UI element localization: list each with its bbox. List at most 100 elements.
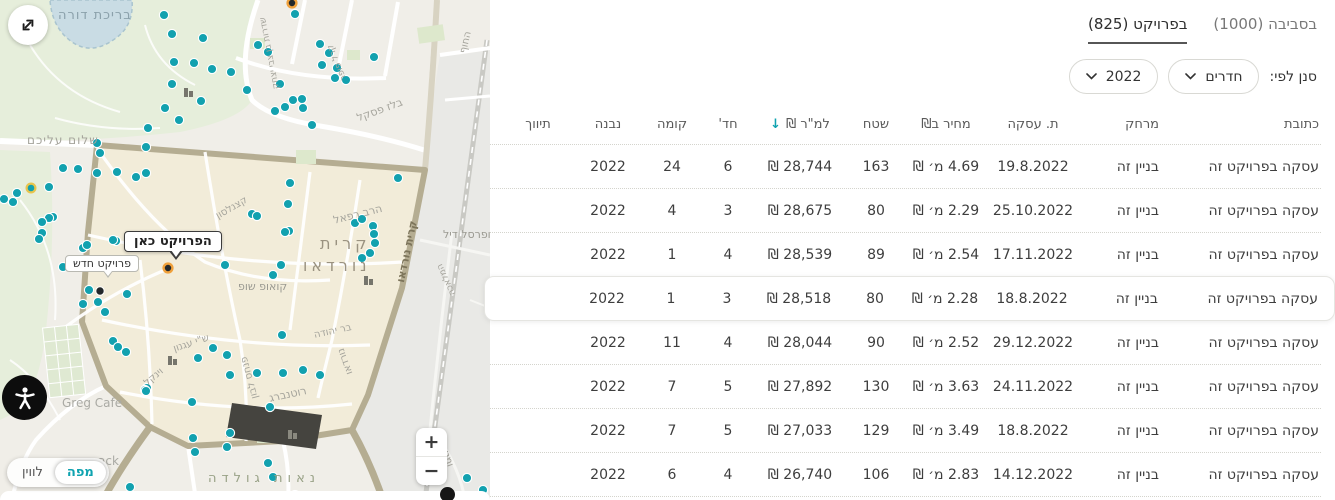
table-row[interactable]: עסקה בפרויקט זהבניין זה17.11.20222.54 מ׳…: [490, 232, 1321, 276]
map-panel[interactable]: בריכת דורהשלום עליכםשדרות בן צבי יצחקקרל…: [0, 0, 490, 500]
deal-dot[interactable]: [112, 167, 121, 176]
table-row[interactable]: עסקה בפרויקט זהבניין זה18.8.20222.28 מ׳ …: [484, 276, 1335, 321]
deal-dot[interactable]: [78, 299, 87, 308]
column-header-brokerage[interactable]: תיווך: [501, 117, 575, 132]
deal-dot[interactable]: [198, 33, 207, 42]
deal-dot[interactable]: [92, 138, 101, 147]
column-header-rooms[interactable]: חד': [703, 117, 753, 132]
deal-dot[interactable]: [277, 330, 286, 339]
table-row[interactable]: עסקה בפרויקט זהבניין זה29.12.20222.52 מ׳…: [490, 321, 1321, 364]
deal-dot[interactable]: [268, 270, 277, 279]
deal-dot[interactable]: [462, 473, 471, 482]
deal-dot[interactable]: [315, 370, 324, 379]
deal-dot[interactable]: [332, 63, 341, 72]
deal-dot[interactable]: [357, 214, 366, 223]
teal-ring-marker[interactable]: [27, 184, 36, 193]
deal-dot[interactable]: [242, 85, 251, 94]
deal-dot[interactable]: [370, 238, 379, 247]
deal-dot[interactable]: [174, 115, 183, 124]
deal-dot[interactable]: [190, 447, 199, 456]
deal-dot[interactable]: [280, 102, 289, 111]
deal-dot[interactable]: [84, 285, 93, 294]
black-marker[interactable]: [96, 287, 104, 295]
column-header-address[interactable]: כתובת: [1161, 117, 1321, 132]
column-header-floor[interactable]: קומה: [641, 117, 703, 132]
deal-dot[interactable]: [324, 48, 333, 57]
table-row[interactable]: עסקה בפרויקט זהבניין זה19.8.20224.69 מ׳ …: [490, 144, 1321, 188]
deal-dot[interactable]: [263, 47, 272, 56]
deal-dot[interactable]: [143, 123, 152, 132]
deal-dot[interactable]: [188, 433, 197, 442]
column-header-built[interactable]: נבנה: [575, 117, 641, 132]
expand-map-button[interactable]: [8, 5, 48, 45]
deal-dot[interactable]: [208, 343, 217, 352]
deal-dot[interactable]: [341, 75, 350, 84]
deal-dot[interactable]: [95, 148, 104, 157]
deal-dot[interactable]: [167, 29, 176, 38]
deal-dot[interactable]: [275, 79, 284, 88]
column-header-ppsm[interactable]: ↓₪ למ"ר: [753, 117, 847, 132]
deal-dot[interactable]: [285, 178, 294, 187]
deal-dot[interactable]: [297, 94, 306, 103]
satellite-layer-button[interactable]: לווין: [10, 461, 55, 484]
deal-dot[interactable]: [298, 103, 307, 112]
deal-dot[interactable]: [37, 217, 46, 226]
zoom-out-button[interactable]: −: [416, 457, 447, 485]
column-header-date[interactable]: ת. עסקה: [987, 117, 1079, 132]
deal-dot[interactable]: [225, 428, 234, 437]
column-header-area[interactable]: שטח: [847, 117, 905, 132]
deal-dot[interactable]: [369, 229, 378, 238]
zoom-in-button[interactable]: +: [416, 428, 447, 457]
deal-dot[interactable]: [82, 240, 91, 249]
deal-dot[interactable]: [283, 199, 292, 208]
deal-dot[interactable]: [307, 120, 316, 129]
column-header-price[interactable]: מחיר ב₪: [905, 117, 987, 132]
deal-dot[interactable]: [141, 386, 150, 395]
tab-nearby[interactable]: בסביבה (1000): [1213, 15, 1317, 44]
deal-dot[interactable]: [222, 350, 231, 359]
year-filter-dropdown[interactable]: 2022: [1069, 59, 1159, 94]
deal-dot[interactable]: [369, 52, 378, 61]
deal-dot[interactable]: [278, 368, 287, 377]
deal-dot[interactable]: [12, 188, 21, 197]
deal-dot[interactable]: [92, 168, 101, 177]
tab-in-project[interactable]: בפרויקט (825): [1088, 15, 1187, 44]
column-header-distance[interactable]: מרחק: [1079, 117, 1161, 132]
deal-dot[interactable]: [141, 142, 150, 151]
project-marker[interactable]: [164, 264, 173, 273]
deal-dot[interactable]: [187, 397, 196, 406]
rooms-filter-dropdown[interactable]: חדרים: [1168, 59, 1259, 94]
map-layer-button[interactable]: מפה: [55, 461, 106, 484]
deal-dot[interactable]: [226, 67, 235, 76]
deal-dot[interactable]: [169, 57, 178, 66]
deal-dot[interactable]: [263, 458, 272, 467]
deal-dot[interactable]: [393, 173, 402, 182]
table-row[interactable]: עסקה בפרויקט זהבניין זה24.11.20223.63 מ׳…: [490, 364, 1321, 408]
deal-dot[interactable]: [159, 10, 168, 19]
deal-dot[interactable]: [315, 39, 324, 48]
deal-dot[interactable]: [330, 73, 339, 82]
deal-dot[interactable]: [220, 260, 229, 269]
deal-dot[interactable]: [160, 103, 169, 112]
deal-dot[interactable]: [222, 442, 231, 451]
deal-dot[interactable]: [288, 95, 297, 104]
deal-dot[interactable]: [44, 182, 53, 191]
deal-dot[interactable]: [121, 347, 130, 356]
deal-dot[interactable]: [270, 106, 279, 115]
table-row[interactable]: עסקה בפרויקט זהבניין זה14.12.20222.83 מ׳…: [490, 452, 1321, 497]
deal-dot[interactable]: [141, 168, 150, 177]
deal-dot[interactable]: [122, 289, 131, 298]
deal-dot[interactable]: [280, 227, 289, 236]
deal-dot[interactable]: [100, 307, 109, 316]
deal-dot[interactable]: [252, 211, 261, 220]
deal-dot[interactable]: [8, 197, 17, 206]
table-row[interactable]: עסקה בפרויקט זהבניין זה25.10.20222.29 מ׳…: [490, 188, 1321, 232]
deal-dot[interactable]: [108, 235, 117, 244]
deal-dot[interactable]: [276, 260, 285, 269]
deal-dot[interactable]: [93, 297, 102, 306]
project-tooltip[interactable]: הפרויקט כאן: [124, 231, 222, 252]
deal-dot[interactable]: [298, 365, 307, 374]
deal-dot[interactable]: [0, 194, 9, 203]
deal-dot[interactable]: [193, 353, 202, 362]
deal-dot[interactable]: [357, 253, 366, 262]
